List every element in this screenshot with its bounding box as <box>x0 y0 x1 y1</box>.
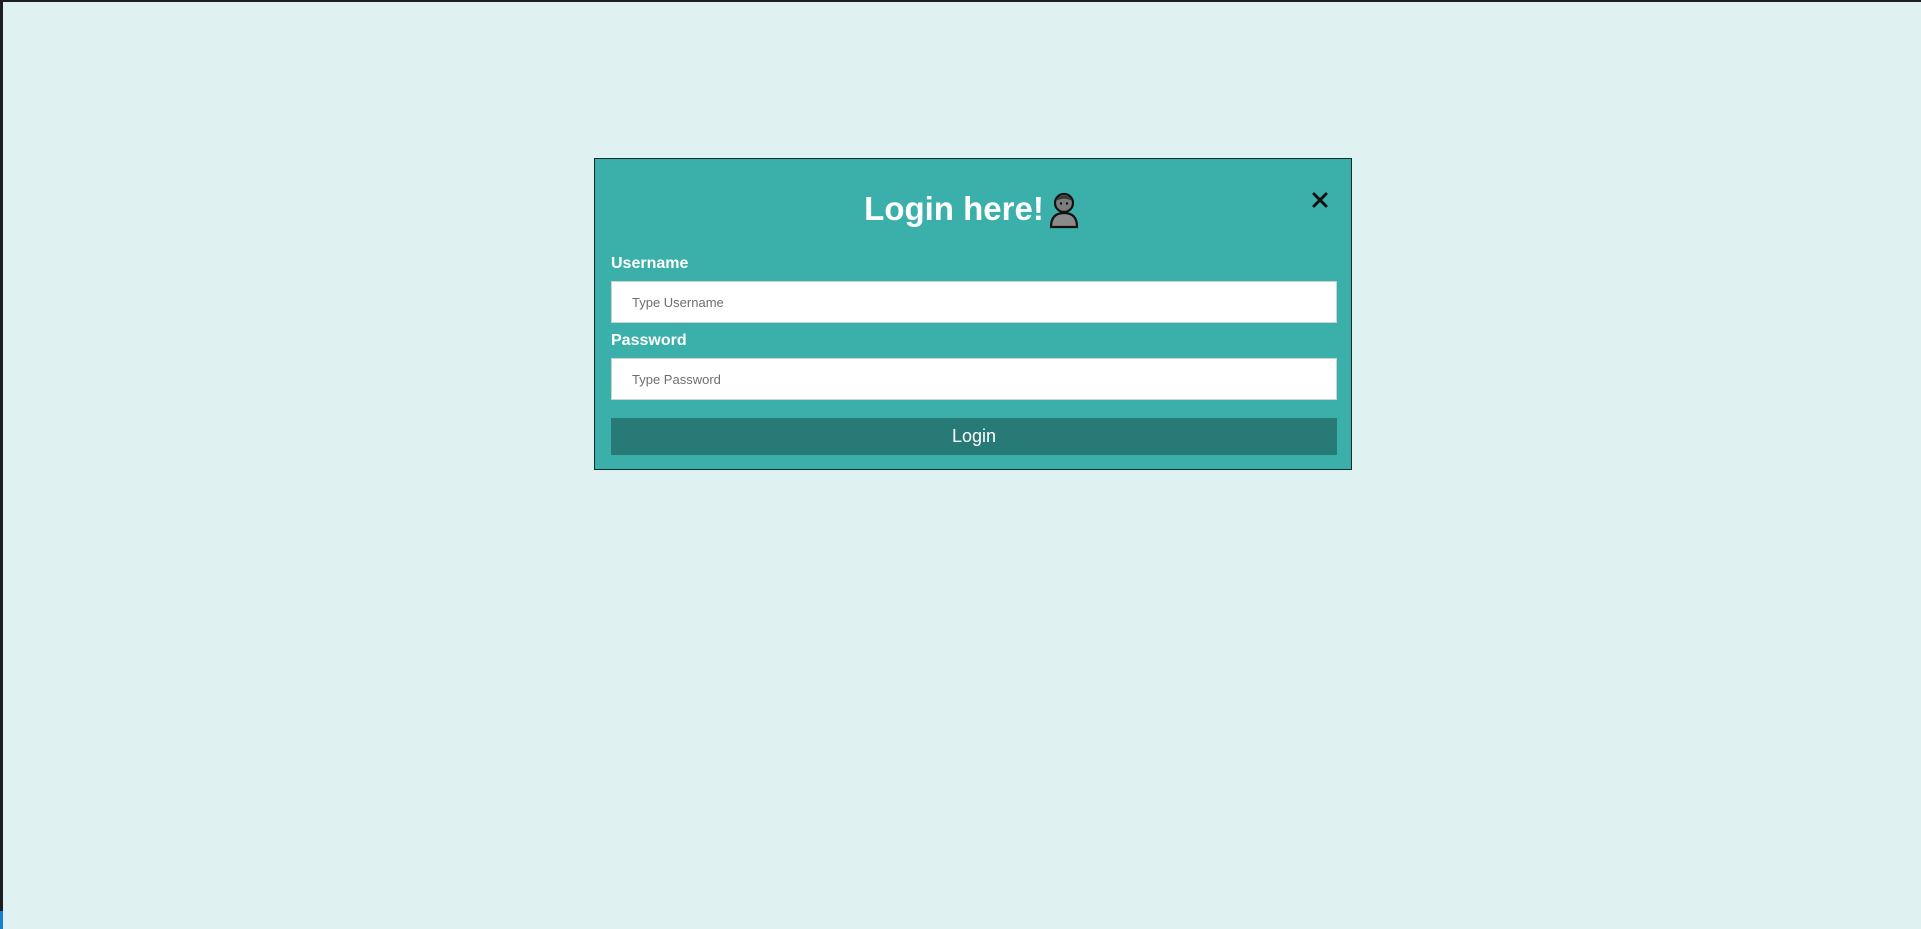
username-label: Username <box>611 255 689 272</box>
person-icon <box>1046 189 1082 229</box>
username-input[interactable] <box>611 281 1337 323</box>
password-label: Password <box>611 332 687 349</box>
window-left-edge <box>0 0 3 929</box>
window-left-accent <box>0 911 3 929</box>
login-button[interactable]: Login <box>611 418 1337 455</box>
password-input[interactable] <box>611 358 1337 400</box>
modal-title-text: Login here! <box>864 190 1044 227</box>
close-icon <box>1312 192 1328 208</box>
modal-title: Login here! <box>595 189 1351 229</box>
login-modal: Login here! Username Password Login <box>594 158 1352 470</box>
close-button[interactable] <box>1307 187 1333 213</box>
window-top-edge <box>0 0 1921 2</box>
